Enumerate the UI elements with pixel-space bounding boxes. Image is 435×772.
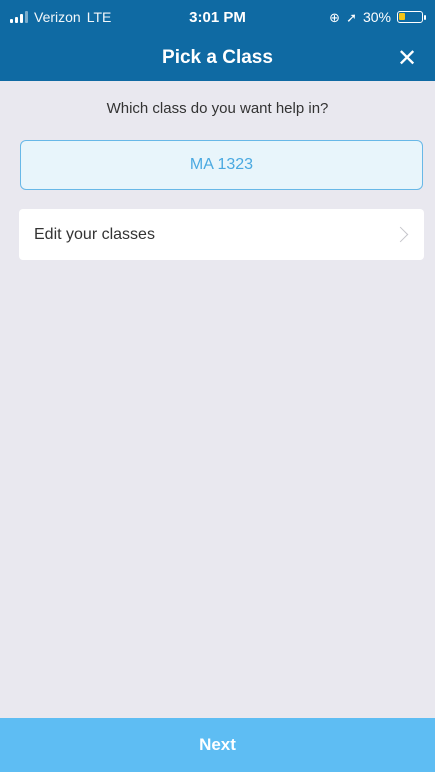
pick-class-screen: Verizon LTE 3:01 PM ⊕ ➚ 30% Pick a Class…	[0, 0, 435, 772]
battery-fill	[399, 13, 405, 20]
battery-percent: 30%	[362, 9, 391, 25]
class-prompt: Which class do you want help in?	[106, 100, 329, 117]
page-title: Pick a Class	[162, 46, 273, 68]
carrier-label: Verizon	[34, 9, 81, 25]
chevron-right-icon	[392, 226, 409, 243]
network-label: LTE	[86, 9, 112, 25]
next-button[interactable]: Next	[0, 718, 435, 772]
close-icon[interactable]: ✕	[393, 44, 421, 72]
next-button-label: Next	[199, 735, 236, 754]
nav-bar: Pick a Class ✕	[0, 34, 435, 81]
selected-class-label: MA 1323	[189, 156, 254, 173]
alarm-icon: ⊕	[329, 9, 341, 25]
battery-icon	[397, 11, 426, 23]
status-right: ⊕ ➚ 30%	[329, 9, 426, 25]
signal-icon	[10, 11, 28, 23]
selected-class-option[interactable]: MA 1323	[20, 140, 423, 190]
status-bar: Verizon LTE 3:01 PM ⊕ ➚ 30%	[0, 0, 435, 34]
location-arrow-icon: ➚	[346, 9, 357, 25]
header: Verizon LTE 3:01 PM ⊕ ➚ 30% Pick a Class…	[0, 0, 435, 81]
edit-classes-row[interactable]: Edit your classes	[19, 209, 424, 260]
edit-classes-label: Edit your classes	[34, 225, 155, 243]
status-left: Verizon LTE	[10, 9, 111, 25]
